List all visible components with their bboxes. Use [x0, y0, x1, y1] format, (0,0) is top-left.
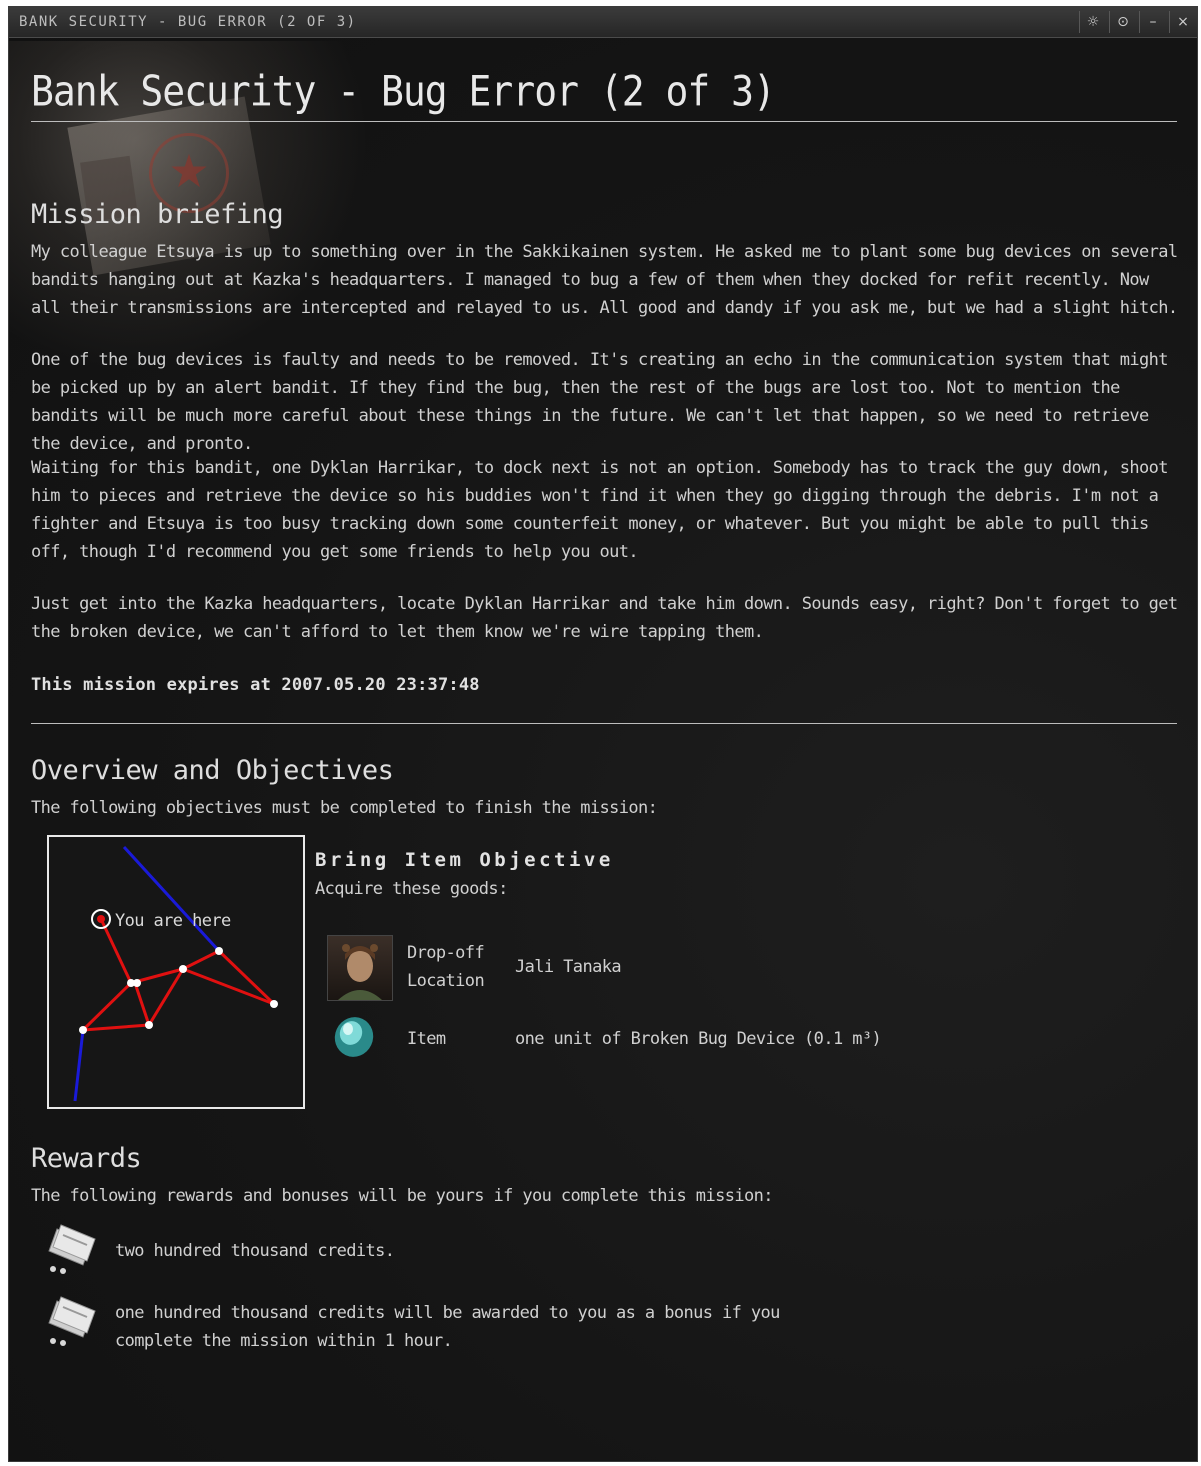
item-value[interactable]: one unit of Broken Bug Device (0.1 m³) [515, 1029, 882, 1049]
outbound-route-line [122, 845, 221, 953]
isk-credits-icon [43, 1293, 101, 1347]
you-are-here-label: You are here [115, 911, 231, 931]
route-map-graph: You are here [73, 845, 278, 1102]
bonus-reward-line: one hundred thousand credits will be awa… [115, 1303, 780, 1323]
briefing-paragraph: My colleague Etsuya is up to something o… [31, 242, 1178, 318]
overview-intro: The following objectives must be complet… [31, 798, 658, 818]
dropoff-label: Drop-off Location [407, 939, 485, 995]
current-location-dot [97, 915, 105, 923]
dropoff-location-value[interactable]: Jali Tanaka [515, 957, 622, 977]
bonus-reward-line: complete the mission within 1 hour. [115, 1331, 453, 1351]
outbound-route-line [73, 1029, 85, 1102]
minimize-button[interactable]: – [1139, 11, 1166, 33]
briefing-heading: Mission briefing [31, 199, 284, 230]
dropoff-label-line: Location [407, 971, 485, 991]
bug-device-graphic [334, 1017, 374, 1057]
dropoff-label-line: Drop-off [407, 943, 485, 963]
close-button[interactable]: × [1169, 11, 1196, 33]
agent-portrait-icon[interactable] [327, 935, 393, 1001]
bug-device-icon[interactable] [331, 1013, 377, 1059]
agent-portrait-graphic [338, 944, 382, 1000]
isk-credits-icon [43, 1221, 101, 1275]
item-label: Item [407, 1029, 446, 1049]
settings-icon[interactable]: ☼ [1079, 11, 1106, 33]
window-caption: BANK SECURITY - BUG ERROR (2 OF 3) [19, 14, 357, 30]
reward-text: two hundred thousand credits. [115, 1241, 395, 1261]
system-nodes [79, 947, 278, 1034]
isk-credits-graphic [48, 1296, 96, 1346]
objective-subtitle: Acquire these goods: [315, 879, 508, 899]
briefing-paragraph: One of the bug devices is faulty and nee… [31, 350, 1169, 454]
bonus-reward-text: one hundred thousand credits will be awa… [115, 1299, 780, 1355]
objective-title: Bring Item Objective [315, 849, 614, 871]
expiry-notice: This mission expires at 2007.05.20 23:37… [31, 675, 480, 695]
section-divider [31, 723, 1177, 724]
briefing-paragraph: Just get into the Kazka headquarters, lo… [31, 594, 1178, 642]
page-title: Bank Security - Bug Error (2 of 3) [31, 67, 776, 116]
mission-window: BANK SECURITY - BUG ERROR (2 OF 3) ☼ ⊙ –… [8, 6, 1198, 1462]
window-titlebar[interactable]: BANK SECURITY - BUG ERROR (2 OF 3) ☼ ⊙ –… [9, 7, 1197, 38]
rewards-intro: The following rewards and bonuses will b… [31, 1186, 773, 1206]
route-map[interactable]: You are here [47, 835, 305, 1109]
overview-heading: Overview and Objectives [31, 755, 394, 786]
isk-credits-graphic [48, 1224, 96, 1274]
briefing-paragraph: Waiting for this bandit, one Dyklan Harr… [31, 458, 1169, 562]
rewards-heading: Rewards [31, 1143, 142, 1174]
route-lines [81, 918, 276, 1032]
title-divider [31, 121, 1177, 122]
pin-icon[interactable]: ⊙ [1109, 11, 1136, 33]
